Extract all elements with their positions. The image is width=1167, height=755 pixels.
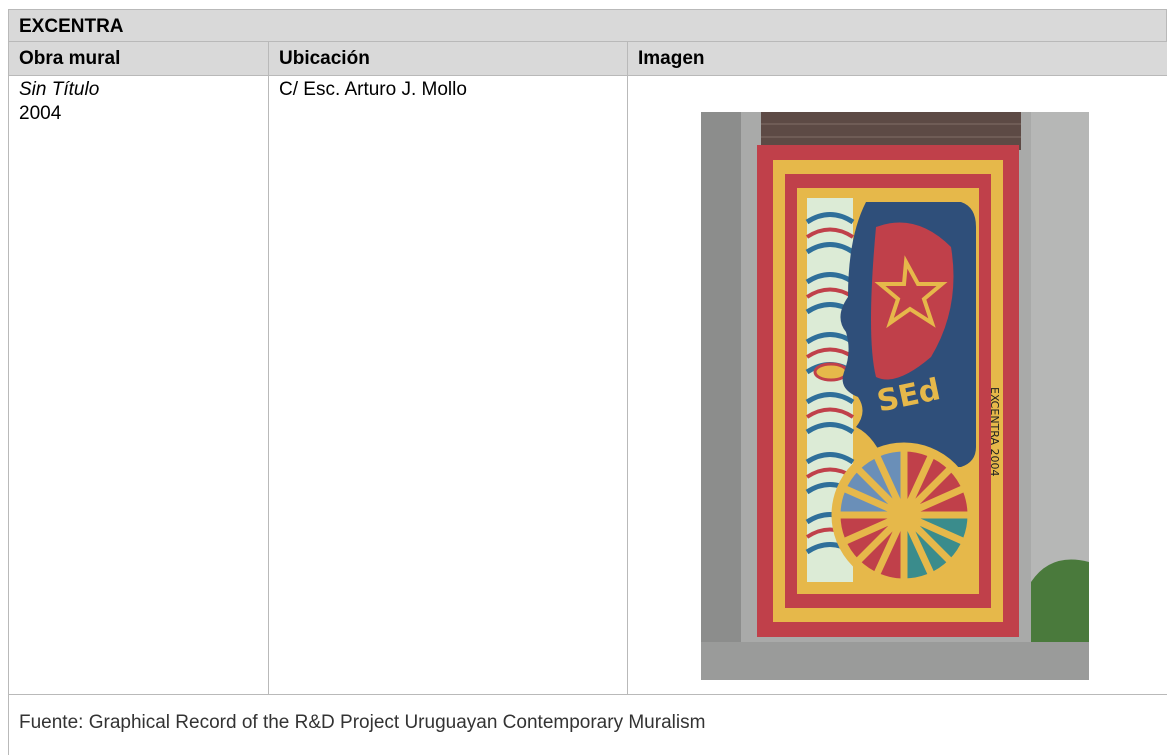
artist-header-row: EXCENTRA <box>8 9 1167 42</box>
header-cell-obra: Obra mural <box>9 42 269 75</box>
cell-ubicacion: C/ Esc. Arturo J. Mollo <box>269 76 628 694</box>
source-footer: Fuente: Graphical Record of the R&D Proj… <box>8 695 1167 755</box>
mural-location: C/ Esc. Arturo J. Mollo <box>279 79 467 100</box>
header-cell-imagen: Imagen <box>628 42 1167 75</box>
mural-title: Sin Título <box>19 79 100 100</box>
column-header-row: Obra mural Ubicación Imagen <box>8 42 1167 76</box>
cell-obra: Sin Título 2004 <box>9 76 269 694</box>
mural-year: 2004 <box>19 103 62 124</box>
artist-name: EXCENTRA <box>19 16 124 37</box>
header-cell-ubicacion: Ubicación <box>269 42 628 75</box>
header-imagen: Imagen <box>638 48 705 69</box>
header-obra-mural: Obra mural <box>19 48 121 69</box>
header-ubicacion: Ubicación <box>279 48 370 69</box>
mural-signature: EXCENTRA 2004 <box>988 387 1001 476</box>
source-text: Fuente: Graphical Record of the R&D Proj… <box>19 712 706 733</box>
mural-photo: SEd EXCENTRA 2004 <box>701 112 1089 680</box>
